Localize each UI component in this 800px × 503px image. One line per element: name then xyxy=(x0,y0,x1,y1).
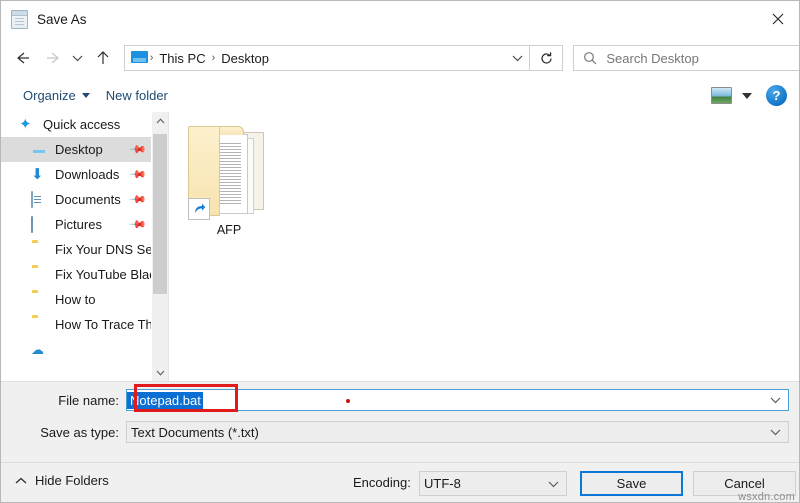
sidebar-item-label: Documents xyxy=(55,192,121,207)
file-name-value[interactable]: Notepad.bat xyxy=(127,391,203,409)
sidebar-item-partial[interactable]: ☁ xyxy=(1,337,151,362)
encoding-label: Encoding: xyxy=(353,475,411,490)
title-bar: Save As xyxy=(1,1,799,37)
organize-label: Organize xyxy=(23,88,76,103)
sidebar-item-label: How to xyxy=(55,292,96,307)
navigation-pane: ✦ Quick access Desktop 📌 ⬇ Downloads 📌 D… xyxy=(1,112,151,381)
notepad-icon xyxy=(10,10,28,29)
breadcrumb-separator: › xyxy=(211,52,216,64)
pin-icon: 📌 xyxy=(128,215,147,234)
toolbar: Organize New folder ? xyxy=(1,79,799,113)
file-name-field-label: File name: xyxy=(58,392,119,408)
scrollbar-thumb[interactable] xyxy=(153,134,167,294)
this-pc-icon xyxy=(130,51,148,65)
search-icon xyxy=(583,51,597,65)
help-button[interactable]: ? xyxy=(766,85,787,106)
sidebar-scrollbar[interactable] xyxy=(151,112,168,381)
organize-button[interactable]: Organize xyxy=(15,84,98,107)
pin-icon: 📌 xyxy=(128,165,147,184)
chevron-down-icon[interactable] xyxy=(742,92,752,99)
sidebar-item-pictures[interactable]: Pictures 📌 xyxy=(1,212,151,237)
chevron-down-icon[interactable] xyxy=(512,54,523,62)
navigation-bar: › This PC › Desktop Search Desktop xyxy=(1,37,799,79)
sidebar-item-label: Fix Your DNS Ser xyxy=(55,242,151,257)
new-folder-label: New folder xyxy=(105,88,168,103)
onedrive-icon: ☁ xyxy=(31,341,44,357)
pin-icon: 📌 xyxy=(128,190,147,209)
view-options-icon[interactable] xyxy=(711,87,732,104)
search-input[interactable]: Search Desktop xyxy=(606,51,699,66)
close-icon[interactable] xyxy=(755,1,799,36)
window-title: Save As xyxy=(37,11,87,27)
address-bar[interactable]: › This PC › Desktop xyxy=(123,45,531,71)
save-as-type-label: Save as type: xyxy=(40,424,119,440)
pin-icon: 📌 xyxy=(128,140,147,159)
forward-button[interactable] xyxy=(38,43,67,73)
sidebar-item-documents[interactable]: Documents 📌 xyxy=(1,187,151,212)
folder-icon xyxy=(31,317,48,333)
folder-icon xyxy=(31,267,48,283)
save-form: File name: Notepad.bat Save as type: Tex… xyxy=(1,381,799,463)
sidebar-item-label: How To Trace Th xyxy=(55,317,151,332)
chevron-down-icon xyxy=(548,480,559,488)
back-button[interactable] xyxy=(9,43,38,73)
chevron-down-icon[interactable] xyxy=(770,396,781,404)
watermark: wsxdn.com xyxy=(738,491,795,503)
sidebar-item-fix-youtube-black[interactable]: Fix YouTube Blac xyxy=(1,262,151,287)
sidebar-item-how-to-trace[interactable]: How To Trace Th xyxy=(1,312,151,337)
breadcrumb-separator: › xyxy=(149,52,154,64)
new-folder-button[interactable]: New folder xyxy=(98,84,176,107)
encoding-dropdown[interactable]: UTF-8 xyxy=(419,471,567,496)
breadcrumb-this-pc[interactable]: This PC xyxy=(155,51,209,66)
file-name-input[interactable]: Notepad.bat xyxy=(126,389,789,411)
hide-folders-button[interactable]: Hide Folders xyxy=(15,473,109,488)
sidebar-item-label: Downloads xyxy=(55,167,120,182)
sidebar-item-label: Pictures xyxy=(55,217,102,232)
sidebar-item-downloads[interactable]: ⬇ Downloads 📌 xyxy=(1,162,151,187)
sidebar-item-how-to[interactable]: How to xyxy=(1,287,151,312)
chevron-down-icon[interactable] xyxy=(152,364,168,381)
search-box[interactable]: Search Desktop xyxy=(573,45,799,71)
sidebar-item-desktop[interactable]: Desktop 📌 xyxy=(1,137,151,162)
save-as-type-value: Text Documents (*.txt) xyxy=(131,424,259,440)
sidebar-item-quick-access[interactable]: ✦ Quick access xyxy=(1,112,151,137)
star-icon: ✦ xyxy=(19,115,32,133)
pictures-icon xyxy=(31,215,48,233)
list-item[interactable]: AFP xyxy=(181,116,277,237)
breadcrumb-desktop[interactable]: Desktop xyxy=(217,51,273,66)
file-list-pane[interactable]: AFP xyxy=(169,112,799,381)
sidebar-item-label: Desktop xyxy=(55,142,103,157)
dialog-body: ✦ Quick access Desktop 📌 ⬇ Downloads 📌 D… xyxy=(1,112,799,381)
encoding-value: UTF-8 xyxy=(424,476,461,491)
save-as-dialog: Save As › This PC › Desktop Search Deskt… xyxy=(0,0,800,503)
documents-icon xyxy=(31,190,48,208)
annotation-dot xyxy=(346,399,350,403)
sidebar-item-fix-your-dns[interactable]: Fix Your DNS Ser xyxy=(1,237,151,262)
chevron-down-icon xyxy=(770,428,781,436)
refresh-icon[interactable] xyxy=(530,45,564,71)
dialog-footer: Hide Folders Encoding: UTF-8 Save Cancel… xyxy=(1,462,799,503)
download-icon: ⬇ xyxy=(31,165,44,183)
hide-folders-label: Hide Folders xyxy=(35,473,109,488)
recent-locations-button[interactable] xyxy=(67,43,88,73)
chevron-down-icon xyxy=(81,93,90,98)
folder-shortcut-icon xyxy=(188,116,270,220)
up-button[interactable] xyxy=(89,43,118,73)
shortcut-arrow-icon xyxy=(188,198,210,220)
chevron-up-icon xyxy=(15,477,27,485)
sidebar-item-label: Quick access xyxy=(43,117,121,132)
file-name-label: AFP xyxy=(216,223,242,237)
save-button[interactable]: Save xyxy=(580,471,683,496)
save-as-type-dropdown[interactable]: Text Documents (*.txt) xyxy=(126,421,789,443)
folder-icon xyxy=(31,292,48,308)
desktop-icon xyxy=(31,142,48,158)
chevron-up-icon[interactable] xyxy=(152,112,168,129)
sidebar-item-label: Fix YouTube Blac xyxy=(55,267,151,282)
folder-icon xyxy=(31,242,48,258)
